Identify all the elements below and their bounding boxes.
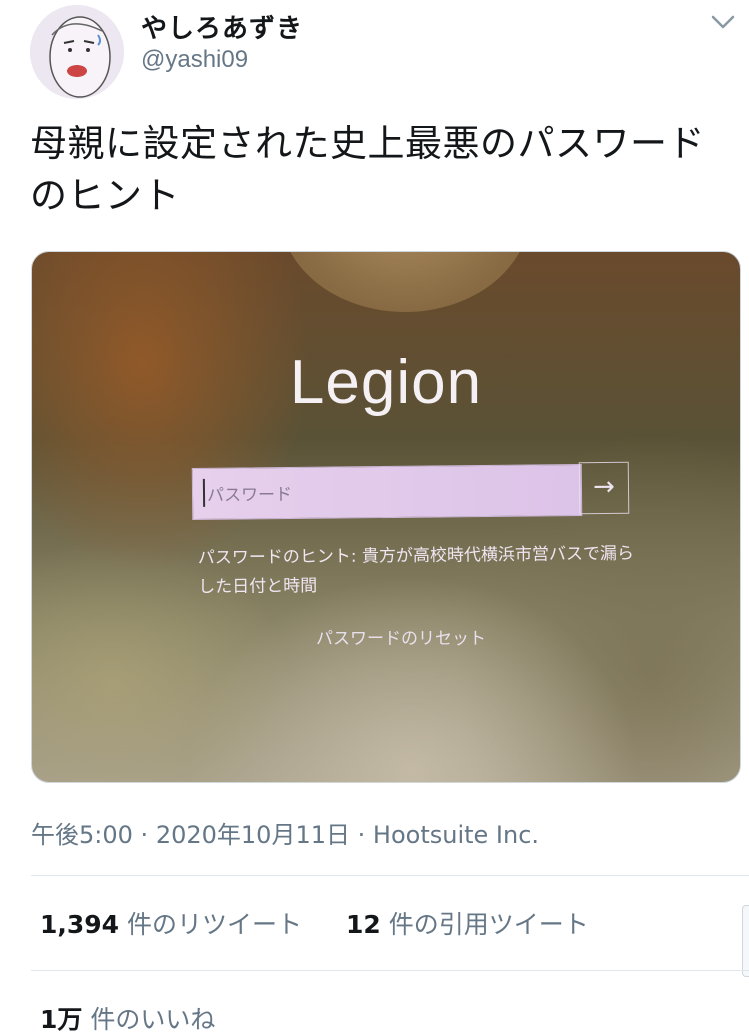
likes-count: 1万 [40,1005,83,1034]
divider [31,970,749,971]
likes-stat[interactable]: 1万 件のいいね [40,1000,215,1036]
tweet-time[interactable]: 午後5:00 [31,821,133,849]
retweets-count: 1,394 [40,910,120,939]
text-cursor [202,478,206,507]
quotes-label: 件の引用ツイート [388,910,589,939]
avatar[interactable] [30,5,124,99]
quotes-stat[interactable]: 12 件の引用ツイート [346,905,589,941]
scrollbar-handle[interactable] [742,905,749,977]
retweets-stat[interactable]: 1,394 件のリツイート [40,905,302,941]
password-reset-link: パスワードのリセット [316,629,486,649]
chevron-down-icon[interactable] [710,12,736,32]
user-avatar-circle [280,252,530,312]
tweet-source[interactable]: Hootsuite Inc. [373,821,539,849]
meta-separator: · [140,821,149,849]
tweet-stats: 1,394 件のリツイート 12 件の引用ツイート [40,905,625,941]
quotes-count: 12 [346,910,381,939]
tweet-text: 母親に設定された史上最悪のパスワードのヒント [30,122,705,217]
tweet-date[interactable]: 2020年10月11日 [156,821,350,849]
tweet-meta: 午後5:00 · 2020年10月11日 · Hootsuite Inc. [31,815,539,850]
user-handle[interactable]: @yashi09 [141,46,248,74]
likes-label: 件のいいね [90,1005,216,1034]
password-field: パスワード [191,463,583,521]
login-brand-title: Legion [289,348,483,417]
submit-arrow-icon: → [578,461,630,515]
divider [31,875,749,876]
avatar-illustration [30,5,124,99]
display-name[interactable]: やしろあずき [141,8,303,45]
meta-separator: · [357,821,366,849]
retweets-label: 件のリツイート [127,910,303,939]
tweet-photo[interactable]: Legion パスワード → パスワードのヒント: 貴方が高校時代横浜市営バスで… [31,251,741,783]
password-hint: パスワードのヒント: 貴方が高校時代横浜市営バスで漏らした日付と時間 [197,543,635,598]
password-placeholder: パスワード [206,484,293,506]
